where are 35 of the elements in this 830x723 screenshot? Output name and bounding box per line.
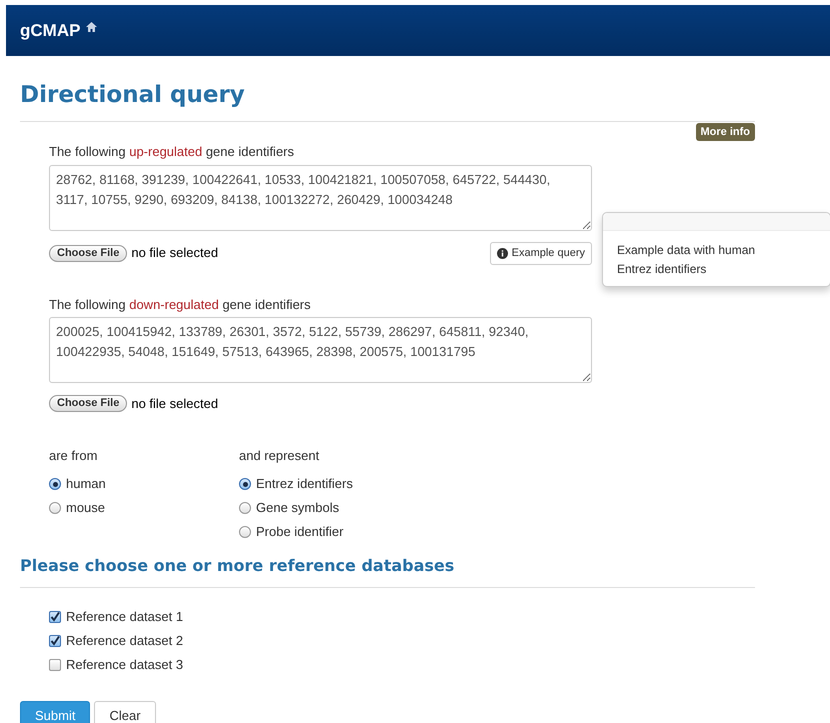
radio-button[interactable] xyxy=(49,502,61,514)
field-label: The following up-regulated gene identifiers xyxy=(49,143,295,161)
gene-ids-textarea[interactable]: 200025, 100415942, 133789, 26301, 3572, 5122, 55739, 286297, 645811, 92340, 100422935, 54048, 151649, 57513, 643965, 28398, 200575, 100131795 xyxy=(49,317,592,383)
radio-label[interactable]: Probe identifier xyxy=(256,522,344,542)
radio-button[interactable] xyxy=(239,502,251,514)
radio-label[interactable]: human xyxy=(66,474,106,494)
checkbox[interactable] xyxy=(49,659,61,671)
brand-link[interactable]: gCMAP xyxy=(20,18,80,44)
checkbox-label[interactable]: Reference dataset 3 xyxy=(66,655,184,675)
choose-file-button[interactable]: Choose File xyxy=(49,244,128,262)
gene-ids-textarea[interactable]: 28762, 81168, 391239, 100422641, 10533, 100421821, 100507058, 645722, 544430, 3117, 10755, 9290, 693209, 84138, 100132272, 260429, 100034248 xyxy=(49,164,592,230)
checkbox[interactable] xyxy=(49,611,61,623)
radio-label[interactable]: Gene symbols xyxy=(256,498,340,518)
choose-file-button[interactable]: Choose File xyxy=(49,395,128,412)
home-icon[interactable] xyxy=(86,22,98,32)
info-icon xyxy=(496,248,508,258)
checkbox-label[interactable]: Reference dataset 2 xyxy=(66,631,184,651)
group-label: and represent xyxy=(239,446,320,465)
checkbox[interactable] xyxy=(49,635,61,647)
checkbox-label[interactable]: Reference dataset 1 xyxy=(66,607,184,627)
radio-label[interactable]: mouse xyxy=(66,498,106,518)
clear-button[interactable]: Clear xyxy=(94,701,156,723)
radio-button[interactable] xyxy=(239,478,251,490)
radio-label[interactable]: Entrez identifiers xyxy=(256,474,353,494)
field-label: The following down-regulated gene identifiers xyxy=(49,296,312,314)
example-query-button[interactable]: Example query xyxy=(490,242,592,264)
radio-button[interactable] xyxy=(49,478,61,490)
section-heading: Please choose one or more reference databases xyxy=(20,555,456,577)
popover-text: Example data with human Entrez identifiers xyxy=(616,242,756,278)
more-info-badge[interactable]: More info xyxy=(696,122,755,141)
file-status: no file selected xyxy=(131,244,218,262)
page-title: Directional query xyxy=(20,81,246,110)
file-status: no file selected xyxy=(131,395,218,413)
radio-button[interactable] xyxy=(239,526,251,538)
group-label: are from xyxy=(49,446,98,464)
